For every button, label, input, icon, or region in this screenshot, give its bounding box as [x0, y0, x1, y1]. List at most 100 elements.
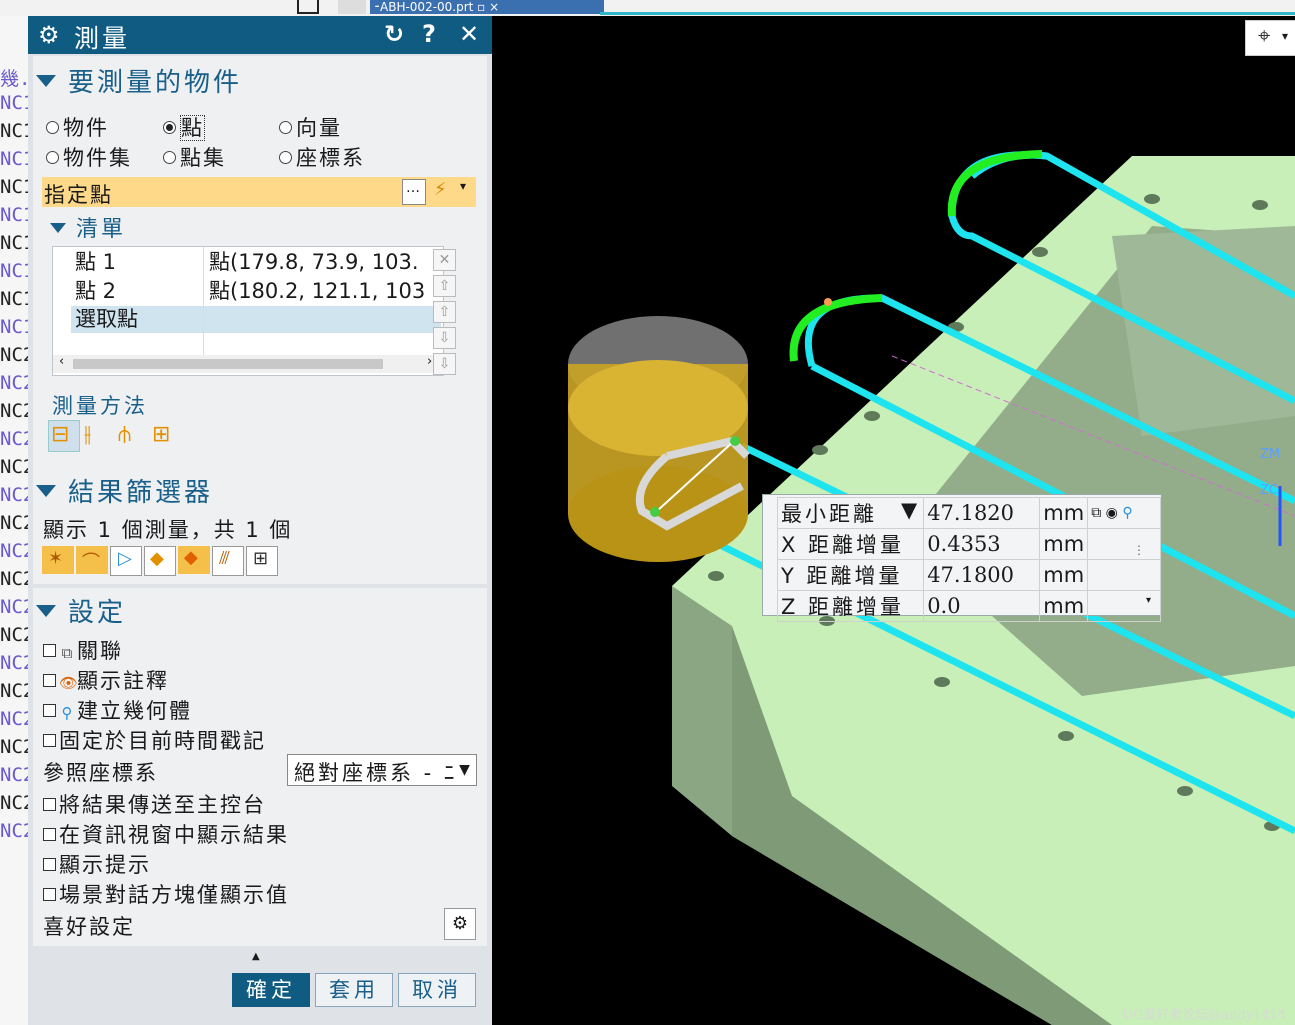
scroll-thumb[interactable]	[73, 359, 383, 369]
send-to-console-checkbox[interactable]: 將結果傳送至主控台	[43, 789, 266, 819]
chevron-down-icon[interactable]: ▼	[456, 755, 476, 785]
show-annotation-checkbox[interactable]: 👁顯示註釋	[43, 665, 169, 695]
navigator-item[interactable]: NC2	[0, 736, 28, 758]
apply-button[interactable]: 套用	[315, 973, 393, 1007]
method-screen-icon[interactable]: ⫛	[118, 422, 131, 447]
dropdown-triangle-icon[interactable]: ▼	[901, 498, 920, 522]
specify-point-row[interactable]: 指定點 … ⚡ ▾	[42, 177, 476, 207]
navigator-item[interactable]: NC2	[0, 624, 28, 646]
move-down-icon[interactable]: ⇩	[433, 327, 456, 349]
navigator-item[interactable]: NC2	[0, 372, 28, 394]
radio-object-set[interactable]: 物件集	[46, 142, 132, 172]
objects-section-header[interactable]: 要測量的物件	[36, 62, 242, 99]
move-top-icon[interactable]: ⇧	[433, 275, 456, 297]
radio-point[interactable]: 點	[163, 112, 205, 142]
navigator-item[interactable]: NC1	[0, 120, 28, 142]
list-item[interactable]: 點 2 點(180.2, 121.1, 103	[53, 278, 441, 305]
chevron-down-icon[interactable]: ▾	[460, 179, 468, 193]
point-inference-icon[interactable]: ⚡	[434, 179, 449, 200]
fix-timestamp-checkbox[interactable]: 固定於目前時間戳記	[43, 725, 266, 755]
filter-angle-icon[interactable]: ▷	[110, 546, 142, 576]
navigator-item[interactable]: NC1	[0, 176, 28, 198]
navigator-item[interactable]: NC2	[0, 764, 28, 786]
remove-icon[interactable]: ✕	[433, 249, 456, 271]
expand-icon[interactable]: ▾	[1146, 595, 1151, 606]
associative-checkbox[interactable]: ⧉ 關聯	[43, 635, 123, 665]
scroll-left-icon[interactable]: ‹	[59, 354, 64, 369]
top-strip: ⁃ABH-002-00.prt ▫ ×	[0, 0, 1295, 16]
navigator-item[interactable]: NC2	[0, 568, 28, 590]
list-item-selected[interactable]: 選取點	[71, 306, 441, 333]
horizontal-scrollbar[interactable]: ‹ ›	[53, 354, 441, 373]
navigator-item[interactable]: NC1	[0, 316, 28, 338]
measure-value: 47.1800	[923, 559, 1041, 591]
ok-button[interactable]: 確定	[232, 973, 310, 1007]
navigator-item[interactable]: NC2	[0, 820, 28, 842]
navigator-item[interactable]: NC2	[0, 456, 28, 478]
navigator-item[interactable]: NC2	[0, 652, 28, 674]
create-geometry-checkbox[interactable]: ⚲ 建立幾何體	[43, 695, 192, 725]
filter-point-icon[interactable]: ✶	[42, 546, 74, 574]
list-item[interactable]: 點 1 點(179.8, 73.9, 103.	[53, 249, 441, 276]
navigator-item[interactable]: NC2	[0, 512, 28, 534]
measure-point-2	[730, 436, 740, 446]
navigator-item[interactable]: NC1	[0, 260, 28, 282]
measure-unit: mm	[1039, 590, 1089, 622]
cancel-button[interactable]: 取消	[398, 973, 476, 1007]
navigator-item[interactable]: NC1	[0, 92, 28, 114]
radio-point-set[interactable]: 點集	[163, 142, 226, 172]
method-distance-icon[interactable]: ⊟	[51, 422, 69, 447]
show-in-info-window-checkbox[interactable]: 在資訊視窗中顯示結果	[43, 819, 289, 849]
filter-more-icon[interactable]: ⊞	[246, 546, 278, 576]
help-icon[interactable]: ?	[422, 20, 436, 48]
close-icon[interactable]: ✕	[459, 20, 479, 48]
grip-handle-icon[interactable]: ⋮	[1133, 543, 1145, 557]
navigator-item[interactable]: NC1	[0, 204, 28, 226]
more-options-icon[interactable]: ▲	[252, 951, 260, 962]
navigator-item[interactable]: 幾.	[0, 64, 28, 91]
navigator-item[interactable]: NC2	[0, 680, 28, 702]
move-bottom-icon[interactable]: ⇩	[433, 353, 456, 375]
navigator-item[interactable]: NC2	[0, 792, 28, 814]
measure-tools[interactable]: ⧉ ◉ ⚲	[1087, 497, 1161, 529]
settings-section-header[interactable]: 設定	[36, 592, 126, 629]
radio-vector[interactable]: 向量	[279, 112, 342, 142]
measurement-row: Y 距離增量 47.1800 mm	[776, 559, 1161, 591]
window-square-icon[interactable]	[297, 0, 319, 14]
filter-face-icon[interactable]: ◆	[144, 546, 176, 576]
navigator-item[interactable]: NC2	[0, 344, 28, 366]
radio-csys[interactable]: 座標系	[279, 142, 365, 172]
filter-body-icon[interactable]: ◆	[178, 546, 210, 574]
navigator-item[interactable]: NC2	[0, 596, 28, 618]
navigator-item[interactable]: NC1	[0, 148, 28, 170]
method-minimum-icon[interactable]: ⊞	[152, 422, 170, 447]
navigator-item[interactable]: NC2	[0, 708, 28, 730]
navigator-item[interactable]: NC1	[0, 288, 28, 310]
view-orientation-button[interactable]: ⌖ ▾	[1245, 20, 1295, 56]
reference-csys-select[interactable]: 絕對座標系 - ﾆ ▼	[287, 754, 477, 786]
axis-label-zm: ZM	[1260, 447, 1280, 462]
filter-curve-icon[interactable]: ⌒	[76, 546, 108, 574]
method-projected-icon[interactable]: ⫲	[84, 422, 91, 447]
reference-csys-label: 參照座標系	[43, 761, 158, 785]
navigator-item[interactable]: NC2	[0, 400, 28, 422]
navigator-item[interactable]: NC2	[0, 540, 28, 562]
radio-object[interactable]: 物件	[46, 112, 109, 142]
navigator-item[interactable]: NC2	[0, 428, 28, 450]
point-list[interactable]: 點 1 點(179.8, 73.9, 103. 點 2 點(180.2, 121…	[52, 246, 444, 376]
scroll-right-icon[interactable]: ›	[427, 354, 432, 369]
move-up-icon[interactable]: ⇧	[433, 301, 456, 323]
reset-icon[interactable]: ↻	[384, 20, 404, 48]
filter-section-header[interactable]: 結果篩選器	[36, 472, 213, 509]
part-file-tab[interactable]: ⁃ABH-002-00.prt ▫ ×	[370, 0, 604, 14]
preferences-icon[interactable]: ⚙	[444, 908, 476, 940]
list-header[interactable]: 清單	[50, 211, 126, 243]
dialog-titlebar[interactable]: ⚙ 測量 ↻ ? ✕	[28, 16, 492, 54]
filter-edge-icon[interactable]: ⫻	[212, 546, 244, 576]
show-hints-checkbox[interactable]: 顯示提示	[43, 849, 151, 879]
point-dialog-button[interactable]: …	[402, 179, 426, 205]
navigator-item[interactable]: NC2	[0, 484, 28, 506]
measure-unit: mm	[1039, 528, 1089, 560]
scene-values-only-checkbox[interactable]: 場景對話方塊僅顯示值	[43, 879, 289, 909]
navigator-item[interactable]: NC1	[0, 232, 28, 254]
